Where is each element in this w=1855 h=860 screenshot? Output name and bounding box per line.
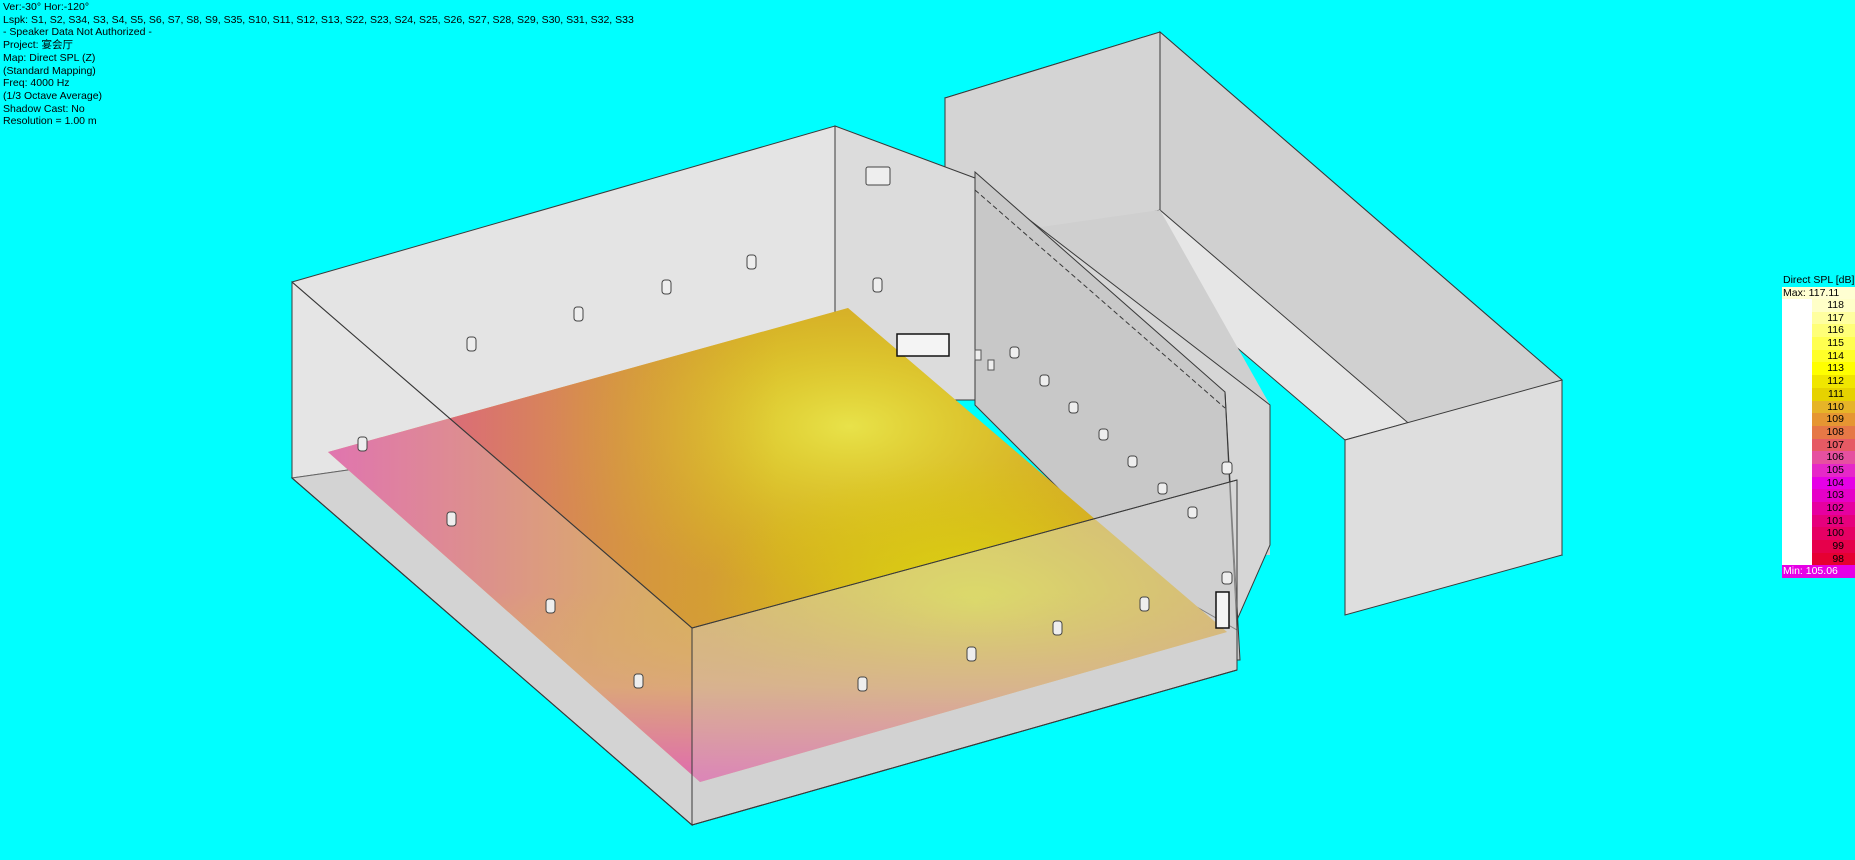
legend-level: 98 — [1782, 552, 1855, 566]
speaker-marker — [1187, 506, 1198, 519]
legend-level-value: 114 — [1827, 349, 1844, 362]
speaker-marker — [357, 436, 368, 452]
legend-level-value: 113 — [1827, 362, 1844, 375]
legend-level-value: 103 — [1826, 489, 1844, 502]
legend-level: 112 — [1782, 375, 1855, 388]
speaker-marker — [746, 254, 757, 270]
legend-level: 110 — [1782, 400, 1855, 414]
speaker-marker — [1039, 374, 1050, 387]
legend-spacer — [1782, 425, 1812, 439]
legend-level: 113 — [1782, 362, 1855, 376]
legend-level: 101 — [1782, 514, 1855, 528]
speaker-marker — [1139, 596, 1150, 612]
legend-level-value: 110 — [1827, 400, 1844, 413]
legend-level: 102 — [1782, 502, 1855, 515]
speaker-marker — [1052, 620, 1063, 636]
legend-level: 104 — [1782, 476, 1855, 490]
speaker-marker — [661, 279, 672, 295]
speaker-marker — [1127, 455, 1138, 468]
legend-level: 103 — [1782, 489, 1855, 502]
legend-level-value: 105 — [1826, 463, 1844, 476]
legend-spacer — [1782, 362, 1812, 376]
speaker-marker — [545, 598, 556, 614]
legend-level-value: 112 — [1827, 375, 1844, 388]
legend-spacer — [1782, 349, 1812, 363]
legend-level: 117 — [1782, 311, 1855, 325]
legend-level: 116 — [1782, 324, 1855, 338]
speaker-marker — [865, 166, 891, 186]
legend-level-value: 116 — [1827, 324, 1844, 337]
speaker-marker — [633, 673, 644, 689]
legend-spacer — [1782, 527, 1812, 541]
legend-level-value: 108 — [1826, 425, 1844, 438]
speaker-array — [896, 333, 950, 357]
legend-level: 106 — [1782, 451, 1855, 464]
legend-level: 108 — [1782, 425, 1855, 439]
legend-level-value: 115 — [1827, 337, 1844, 350]
legend-level: 107 — [1782, 438, 1855, 452]
legend-scale: 118 117 116 115 114 113 112 111 110 109 108 107 106 1… — [1782, 299, 1855, 566]
legend-title: Direct SPL [dB] — [1783, 274, 1855, 286]
legend-level: 109 — [1782, 413, 1855, 426]
legend-min: Min: 105.06 — [1782, 565, 1855, 578]
legend-level: 111 — [1782, 387, 1855, 401]
legend-level: 100 — [1782, 527, 1855, 541]
legend-spacer — [1782, 514, 1812, 528]
legend-level-value: 101 — [1826, 514, 1844, 527]
legend-level-value: 109 — [1826, 413, 1844, 426]
legend-level-value: 106 — [1826, 451, 1844, 464]
legend-spacer — [1782, 552, 1812, 566]
speaker-marker — [573, 306, 584, 322]
room-3d-view[interactable] — [0, 0, 1855, 860]
legend-level: 105 — [1782, 463, 1855, 477]
legend-level-value: 98 — [1832, 552, 1844, 565]
legend-level: 118 — [1782, 299, 1855, 312]
speaker-marker — [1068, 401, 1079, 414]
legend-spacer — [1782, 324, 1812, 338]
legend-spacer — [1782, 438, 1812, 452]
legend-spacer — [1782, 400, 1812, 414]
speaker-marker — [466, 336, 477, 352]
legend-level-value: 118 — [1827, 299, 1844, 311]
legend-level-value: 100 — [1826, 527, 1844, 540]
legend-spacer — [1782, 463, 1812, 477]
speaker-marker — [1098, 428, 1109, 441]
speaker-marker — [857, 676, 868, 692]
speaker-marker — [446, 511, 457, 527]
legend-spacer — [1782, 337, 1812, 350]
legend-spacer — [1782, 451, 1812, 464]
legend-spacer — [1782, 413, 1812, 426]
legend-level-value: 117 — [1827, 311, 1844, 324]
speaker-marker — [1009, 346, 1020, 359]
legend-spacer — [1782, 476, 1812, 490]
legend-spacer — [1782, 540, 1812, 553]
spl-legend: Direct SPL [dB] Max: 117.11 118 117 116 115… — [1782, 274, 1855, 578]
legend-spacer — [1782, 299, 1812, 312]
legend-level: 115 — [1782, 337, 1855, 350]
speaker-marker — [966, 646, 977, 662]
legend-spacer — [1782, 387, 1812, 401]
legend-spacer — [1782, 489, 1812, 502]
legend-max: Max: 117.11 — [1782, 286, 1855, 299]
speaker-stack — [1215, 591, 1230, 629]
legend-level-value: 104 — [1826, 476, 1844, 489]
legend-level-value: 111 — [1828, 387, 1844, 400]
speaker-marker — [1221, 461, 1233, 475]
legend-spacer — [1782, 311, 1812, 325]
legend-level: 114 — [1782, 349, 1855, 363]
speaker-marker — [1221, 571, 1233, 585]
speaker-marker — [1157, 482, 1168, 495]
legend-spacer — [1782, 375, 1812, 388]
legend-spacer — [1782, 502, 1812, 515]
speaker-marker — [872, 277, 883, 293]
legend-level-value: 107 — [1826, 438, 1844, 451]
legend-level-value: 99 — [1832, 540, 1844, 553]
legend-level: 99 — [1782, 540, 1855, 553]
legend-level-value: 102 — [1826, 502, 1844, 514]
